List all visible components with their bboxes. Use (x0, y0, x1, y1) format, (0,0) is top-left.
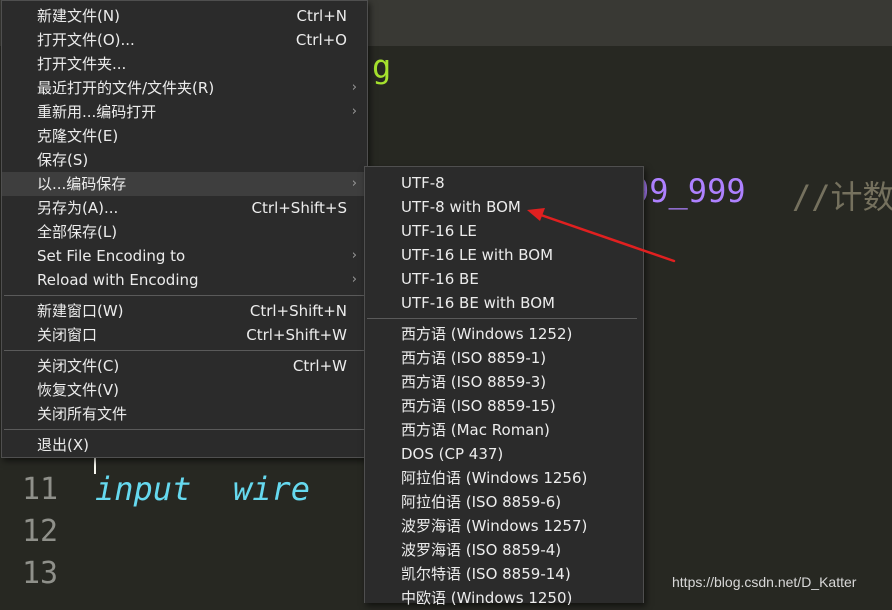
menu-separator (4, 429, 365, 430)
menu-item-label: 全部保存(L) (37, 223, 118, 241)
menu-item-label: 西方语 (Windows 1252) (401, 325, 573, 343)
menu-item-set-file-encoding[interactable]: Set File Encoding to › (2, 244, 367, 268)
menu-item-shortcut: Ctrl+Shift+S (251, 199, 347, 217)
menu-item-label: 关闭文件(C) (37, 357, 120, 375)
menu-item-close-all-files[interactable]: 关闭所有文件 (2, 402, 367, 426)
menu-item-label: 新建窗口(W) (37, 302, 124, 320)
menu-item-label: 西方语 (ISO 8859-3) (401, 373, 547, 391)
encoding-item-windows-1256[interactable]: 阿拉伯语 (Windows 1256) (365, 466, 643, 490)
menu-item-label: UTF-16 BE with BOM (401, 294, 555, 312)
menu-item-label: 波罗海语 (ISO 8859-4) (401, 541, 562, 559)
menu-item-reload-with-encoding[interactable]: Reload with Encoding › (2, 268, 367, 292)
encoding-item-utf16be[interactable]: UTF-16 BE (365, 267, 643, 291)
menu-item-label: UTF-16 LE with BOM (401, 246, 554, 264)
menu-item-label: 关闭窗口 (37, 326, 98, 344)
encoding-item-iso-8859-14[interactable]: 凯尔特语 (ISO 8859-14) (365, 562, 643, 586)
chevron-right-icon: › (351, 248, 357, 263)
menu-item-new-window[interactable]: 新建窗口(W) Ctrl+Shift+N (2, 299, 367, 323)
code-keyword-input: input (95, 470, 192, 508)
menu-item-label: Reload with Encoding (37, 271, 199, 289)
menu-item-label: UTF-16 BE (401, 270, 479, 288)
menu-item-open-folder[interactable]: 打开文件夹... (2, 52, 367, 76)
menu-item-label: 重新用...编码打开 (37, 103, 157, 121)
menu-item-label: 退出(X) (37, 436, 89, 454)
text-caret (94, 458, 96, 474)
menu-item-label: 恢复文件(V) (37, 381, 119, 399)
menu-separator (4, 350, 365, 351)
menu-item-shortcut: Ctrl+O (295, 31, 347, 49)
code-keyword-wire: wire (233, 470, 311, 508)
menu-item-shortcut: Ctrl+W (292, 357, 347, 375)
menu-item-revert-file[interactable]: 恢复文件(V) (2, 378, 367, 402)
menu-item-label: UTF-8 with BOM (401, 198, 521, 216)
menu-item-close-window[interactable]: 关闭窗口 Ctrl+Shift+W (2, 323, 367, 347)
code-number-literal: 99_999 (630, 172, 746, 210)
menu-item-label: UTF-8 (401, 174, 445, 192)
menu-item-exit[interactable]: 退出(X) (2, 433, 367, 457)
line-number-12: 12 (21, 514, 59, 549)
menu-item-label: 打开文件夹... (37, 55, 127, 73)
code-token-function: g (372, 48, 392, 86)
menu-item-label: UTF-16 LE (401, 222, 477, 240)
menu-item-label: 打开文件(O)... (37, 31, 135, 49)
menu-item-label: 克隆文件(E) (37, 127, 119, 145)
menu-item-save-with-encoding[interactable]: 以...编码保存 › (2, 172, 367, 196)
encoding-item-utf16le-bom[interactable]: UTF-16 LE with BOM (365, 243, 643, 267)
encoding-item-iso-8859-4[interactable]: 波罗海语 (ISO 8859-4) (365, 538, 643, 562)
encoding-item-iso-8859-1[interactable]: 西方语 (ISO 8859-1) (365, 346, 643, 370)
encoding-item-utf16le[interactable]: UTF-16 LE (365, 219, 643, 243)
menu-item-shortcut: Ctrl+N (296, 7, 347, 25)
menu-item-label: 凯尔特语 (ISO 8859-14) (401, 565, 571, 583)
menu-item-label: 西方语 (Mac Roman) (401, 421, 550, 439)
encoding-item-windows-1250[interactable]: 中欧语 (Windows 1250) (365, 586, 643, 610)
line-number-11: 11 (21, 472, 59, 507)
watermark: https://blog.csdn.net/D_Katter (672, 574, 857, 590)
encoding-submenu: UTF-8 UTF-8 with BOM UTF-16 LE UTF-16 LE… (364, 166, 644, 607)
menu-item-label: 波罗海语 (Windows 1257) (401, 517, 588, 535)
chevron-right-icon: › (351, 272, 357, 287)
menu-item-open-file[interactable]: 打开文件(O)... Ctrl+O (2, 28, 367, 52)
menu-item-shortcut: Ctrl+Shift+N (249, 302, 347, 320)
file-menu: 新建文件(N) Ctrl+N 打开文件(O)... Ctrl+O 打开文件夹..… (1, 0, 368, 458)
encoding-item-utf8-bom[interactable]: UTF-8 with BOM (365, 195, 643, 219)
chevron-right-icon: › (351, 104, 357, 119)
menu-item-label: 以...编码保存 (37, 175, 127, 193)
encoding-item-windows-1252[interactable]: 西方语 (Windows 1252) (365, 322, 643, 346)
menu-item-label: 另存为(A)... (37, 199, 119, 217)
menu-item-label: 新建文件(N) (37, 7, 120, 25)
menu-separator (367, 318, 637, 319)
encoding-item-utf8[interactable]: UTF-8 (365, 171, 643, 195)
menu-item-new-file[interactable]: 新建文件(N) Ctrl+N (2, 4, 367, 28)
menu-item-label: Set File Encoding to (37, 247, 186, 265)
menu-separator (4, 295, 365, 296)
menu-item-label: 中欧语 (Windows 1250) (401, 589, 573, 607)
line-number-13: 13 (21, 556, 59, 591)
chevron-right-icon: › (351, 80, 357, 95)
menu-item-save-as[interactable]: 另存为(A)... Ctrl+Shift+S (2, 196, 367, 220)
encoding-item-windows-1257[interactable]: 波罗海语 (Windows 1257) (365, 514, 643, 538)
menu-item-save[interactable]: 保存(S) (2, 148, 367, 172)
code-comment: //计数 (792, 178, 892, 216)
menu-item-label: 最近打开的文件/文件夹(R) (37, 79, 215, 97)
menu-item-label: 阿拉伯语 (Windows 1256) (401, 469, 588, 487)
menu-item-label: 阿拉伯语 (ISO 8859-6) (401, 493, 562, 511)
encoding-item-iso-8859-3[interactable]: 西方语 (ISO 8859-3) (365, 370, 643, 394)
chevron-right-icon: › (351, 176, 357, 191)
menu-item-close-file[interactable]: 关闭文件(C) Ctrl+W (2, 354, 367, 378)
menu-item-shortcut: Ctrl+Shift+W (246, 326, 347, 344)
menu-item-clone-file[interactable]: 克隆文件(E) (2, 124, 367, 148)
menu-item-label: 西方语 (ISO 8859-1) (401, 349, 547, 367)
encoding-item-iso-8859-15[interactable]: 西方语 (ISO 8859-15) (365, 394, 643, 418)
menu-item-label: 西方语 (ISO 8859-15) (401, 397, 556, 415)
menu-item-label: 关闭所有文件 (37, 405, 128, 423)
menu-item-open-recent[interactable]: 最近打开的文件/文件夹(R) › (2, 76, 367, 100)
encoding-item-mac-roman[interactable]: 西方语 (Mac Roman) (365, 418, 643, 442)
encoding-item-utf16be-bom[interactable]: UTF-16 BE with BOM (365, 291, 643, 315)
menu-item-save-all[interactable]: 全部保存(L) (2, 220, 367, 244)
menu-item-reopen-with-encoding[interactable]: 重新用...编码打开 › (2, 100, 367, 124)
menu-item-label: 保存(S) (37, 151, 89, 169)
encoding-item-iso-8859-6[interactable]: 阿拉伯语 (ISO 8859-6) (365, 490, 643, 514)
encoding-item-cp437[interactable]: DOS (CP 437) (365, 442, 643, 466)
menu-item-label: DOS (CP 437) (401, 445, 504, 463)
